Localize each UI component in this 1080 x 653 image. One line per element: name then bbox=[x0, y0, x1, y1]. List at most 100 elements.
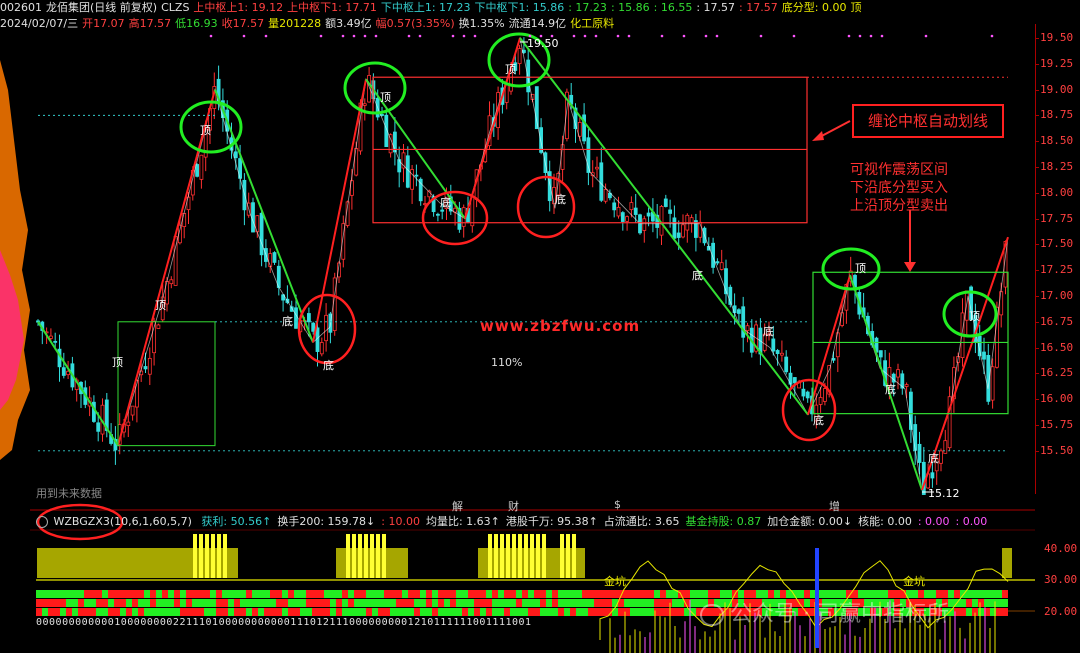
signal-strip-cell bbox=[396, 590, 402, 598]
signal-strip-cell bbox=[228, 608, 234, 616]
signal-strip-cell bbox=[102, 599, 108, 607]
signal-strip-cell bbox=[372, 599, 378, 607]
signal-dot bbox=[594, 34, 598, 38]
signal-strip-cell bbox=[174, 590, 180, 598]
price-tick: 16.25 bbox=[1034, 366, 1074, 380]
top-fractal-label: 顶 bbox=[969, 310, 980, 323]
signal-strip-cell bbox=[42, 608, 48, 616]
candle-body bbox=[147, 357, 152, 375]
indicator-bright-bar bbox=[530, 534, 534, 578]
signal-strip-cell bbox=[282, 599, 288, 607]
signal-strip-cell bbox=[642, 608, 648, 616]
signal-strip-cell bbox=[522, 590, 528, 598]
signal-strip-cell bbox=[60, 608, 66, 616]
signal-strip-cell bbox=[558, 599, 564, 607]
candle-body bbox=[582, 114, 586, 142]
indicator-field-5: 占流通比: 3.65 bbox=[603, 515, 680, 528]
signal-strip-cell bbox=[90, 608, 96, 616]
signal-strip-cell bbox=[384, 599, 390, 607]
signal-strip-cell bbox=[966, 608, 972, 616]
price-tick: 16.50 bbox=[1034, 340, 1074, 354]
candle-body bbox=[672, 217, 677, 239]
up-stroke-line bbox=[312, 79, 367, 343]
signal-dot bbox=[704, 34, 708, 38]
signal-strip-cell bbox=[468, 599, 474, 607]
indicator-field-0: 获利: 50.56↑ bbox=[201, 515, 272, 528]
signal-dot bbox=[869, 34, 873, 38]
candle-body bbox=[526, 59, 531, 93]
indicator-field-9: : 0.00 bbox=[917, 515, 950, 528]
price-tick: 18.75 bbox=[1034, 108, 1074, 122]
candle-body bbox=[904, 384, 909, 387]
signal-strip-cell bbox=[348, 608, 354, 616]
signal-strip-cell bbox=[546, 590, 552, 598]
signal-strip-cell bbox=[366, 599, 372, 607]
signal-strip-cell bbox=[246, 608, 252, 616]
candle-body bbox=[943, 440, 948, 454]
candle-body bbox=[775, 350, 780, 355]
signal-strip-cell bbox=[978, 590, 984, 598]
annotation-line-1: 可视作震荡区间 bbox=[850, 162, 948, 178]
signal-strip-cell bbox=[654, 590, 660, 598]
early-zhongshu-box bbox=[117, 321, 216, 447]
signal-strip-cell bbox=[336, 599, 342, 607]
signal-strip-cell bbox=[150, 608, 156, 616]
signal-strip-cell bbox=[342, 608, 348, 616]
signal-strip-cell bbox=[72, 608, 78, 616]
signal-strip-cell bbox=[648, 608, 654, 616]
signal-strip-cell bbox=[162, 599, 168, 607]
signal-dot bbox=[242, 34, 246, 38]
signal-strip-cell bbox=[54, 599, 60, 607]
signal-strip-cell bbox=[150, 590, 156, 598]
signal-strip-cell bbox=[120, 608, 126, 616]
candle-body bbox=[939, 450, 943, 464]
candle-body bbox=[61, 367, 66, 376]
indicator-settings-icon[interactable] bbox=[36, 516, 48, 528]
signal-strip-cell bbox=[180, 599, 186, 607]
annotation-arrowhead-down bbox=[904, 262, 916, 272]
signal-dot bbox=[451, 34, 455, 38]
signal-dot bbox=[209, 34, 213, 38]
candle-body bbox=[440, 209, 445, 212]
signal-strip-cell bbox=[108, 599, 114, 607]
signal-strip-cell bbox=[372, 590, 378, 598]
signal-strip-cell bbox=[648, 599, 654, 607]
signal-dot bbox=[407, 34, 411, 38]
signal-strip-cell bbox=[318, 599, 324, 607]
signal-dot bbox=[880, 34, 884, 38]
signal-strip-cell bbox=[528, 599, 534, 607]
signal-strip-cell bbox=[270, 608, 276, 616]
candle-body bbox=[840, 312, 844, 326]
signal-strip-cell bbox=[504, 608, 510, 616]
signal-strip-cell bbox=[594, 608, 600, 616]
indicator-name[interactable]: WZBGZX3(10,6,1,60,5,7) bbox=[54, 515, 192, 528]
gzh-watermark: 公众号 · 司赢中指标所 bbox=[700, 596, 949, 628]
bottom-fractal-circle bbox=[516, 175, 576, 239]
candle-body bbox=[930, 472, 935, 479]
signal-dot bbox=[660, 34, 664, 38]
candle-body bbox=[646, 212, 651, 217]
signal-strip-cell bbox=[486, 590, 492, 598]
signal-strip-cell bbox=[246, 590, 252, 598]
signal-strip-cell bbox=[276, 599, 282, 607]
candle-body bbox=[633, 207, 638, 215]
signal-strip-cell bbox=[156, 590, 162, 598]
indicator-tick-40: 40.00 bbox=[1044, 542, 1078, 555]
signal-strip-cell bbox=[516, 608, 522, 616]
signal-dot bbox=[264, 34, 268, 38]
signal-strip-cell bbox=[588, 590, 594, 598]
signal-strip-cell bbox=[582, 590, 588, 598]
signal-strip-cell bbox=[480, 599, 486, 607]
signal-dot bbox=[341, 34, 345, 38]
signal-strip-cell bbox=[330, 608, 336, 616]
signal-strip-cell bbox=[474, 590, 480, 598]
signal-strip-cell bbox=[582, 608, 588, 616]
signal-strip-cell bbox=[540, 590, 546, 598]
signal-strip-cell bbox=[384, 590, 390, 598]
signal-strip-cell bbox=[36, 608, 42, 616]
signal-strip-cell bbox=[84, 599, 90, 607]
annotation-line-2: 下沿底分型买入 bbox=[850, 180, 948, 196]
top-fractal-label: 顶 bbox=[505, 63, 516, 76]
zhongshu-annotation-box: 缠论中枢自动划线 bbox=[852, 104, 1004, 138]
signal-strip-cell bbox=[498, 599, 504, 607]
